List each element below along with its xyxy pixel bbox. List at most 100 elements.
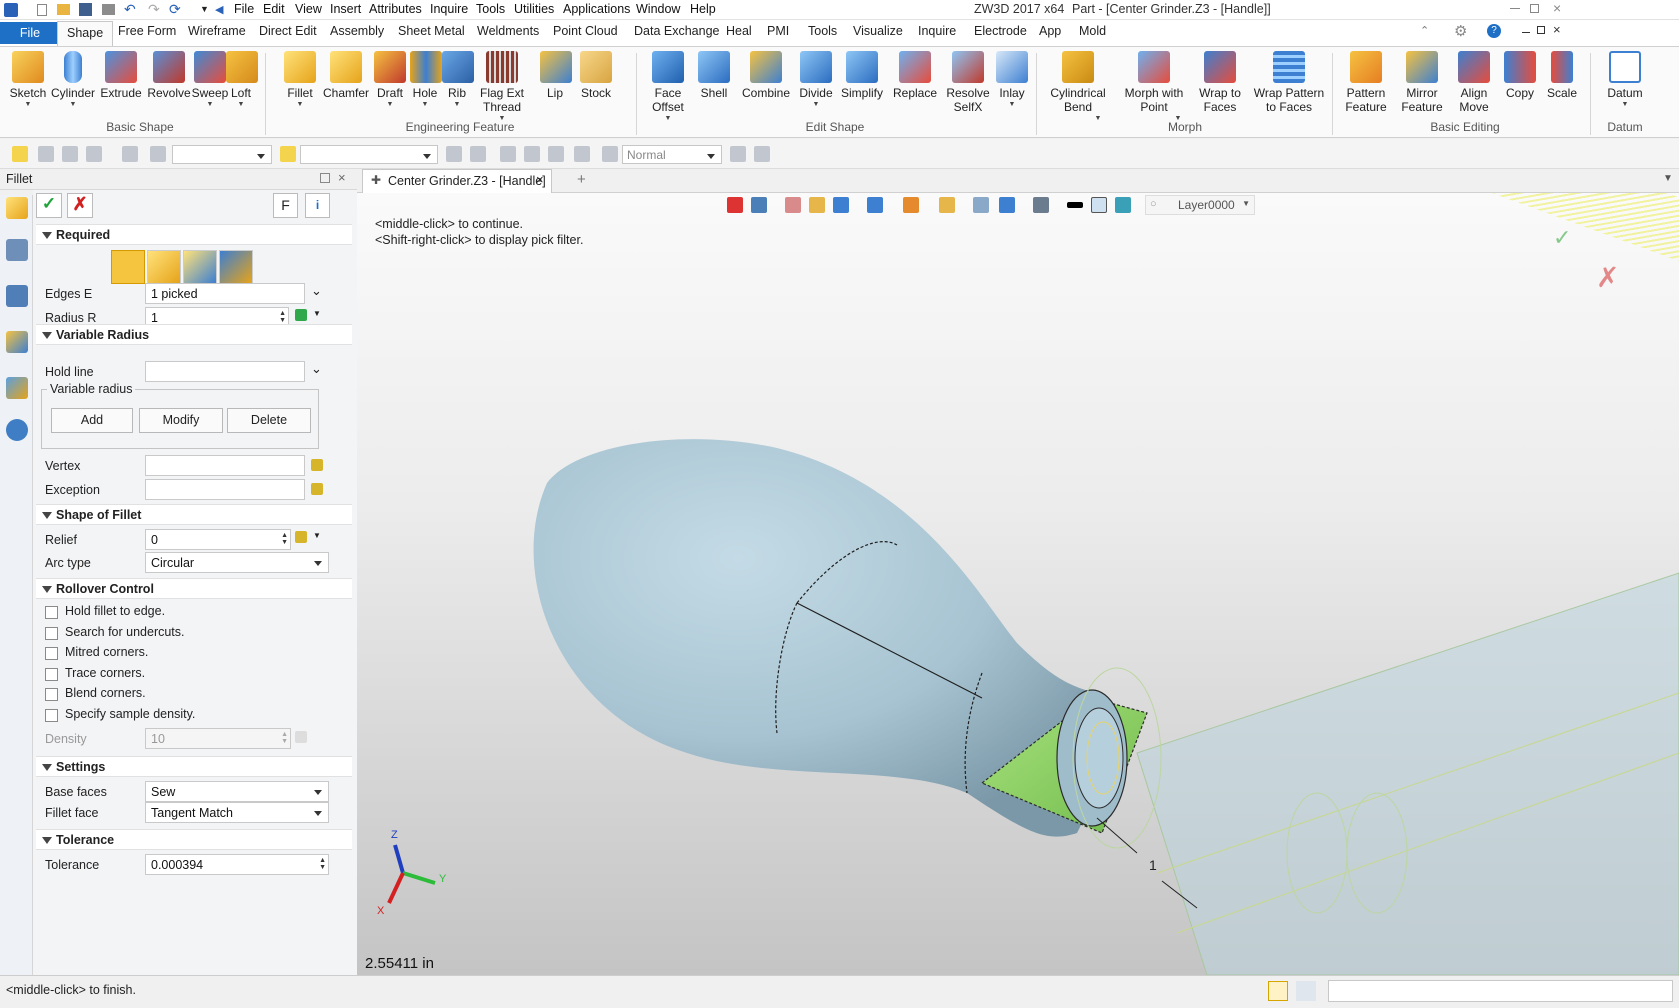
restore-icon[interactable]: [1530, 4, 1539, 13]
select-pointer-icon[interactable]: [12, 146, 28, 162]
vertex-field[interactable]: [145, 455, 305, 476]
draft-button[interactable]: Draft ▼: [372, 51, 408, 109]
document-tab[interactable]: ✚ Center Grinder.Z3 - [Handle] ×: [362, 169, 552, 193]
menu-applications[interactable]: Applications: [563, 2, 630, 16]
filter-combo[interactable]: [172, 145, 272, 164]
revolve-button[interactable]: Revolve: [146, 51, 192, 100]
render-mode-icon[interactable]: [602, 146, 618, 162]
section-shape-of-fillet[interactable]: Shape of Fillet: [36, 504, 352, 525]
tab-shape[interactable]: Shape: [57, 21, 114, 46]
modify-button[interactable]: Modify: [139, 408, 223, 433]
minimize-icon[interactable]: [1510, 8, 1520, 9]
assembly-tree-icon[interactable]: [6, 285, 28, 307]
menu-tools[interactable]: Tools: [476, 2, 505, 16]
menu-edit[interactable]: Edit: [263, 2, 285, 16]
pick-combo[interactable]: [300, 145, 438, 164]
search-for-undercuts-checkbox[interactable]: [45, 627, 58, 640]
tab-point-cloud[interactable]: Point Cloud: [551, 24, 620, 38]
snap-icon-1[interactable]: [446, 146, 462, 162]
snap-icon-2[interactable]: [470, 146, 486, 162]
menu-insert[interactable]: Insert: [330, 2, 361, 16]
menu-view[interactable]: View: [295, 2, 322, 16]
inlay-button[interactable]: Inlay ▼: [994, 51, 1030, 109]
pattern-feature-button[interactable]: Pattern Feature: [1340, 51, 1392, 114]
render-mode-select[interactable]: Normal: [622, 145, 722, 164]
menu-help[interactable]: Help: [690, 2, 716, 16]
section-settings[interactable]: Settings: [36, 756, 352, 777]
relief-input[interactable]: 0 ▲ ▼: [145, 529, 291, 550]
fillet-button[interactable]: Fillet ▼: [280, 51, 320, 109]
snap-icon-4[interactable]: [524, 146, 540, 162]
formula-button[interactable]: F: [273, 193, 298, 218]
rib-button[interactable]: Rib ▼: [442, 51, 474, 109]
morph-with-point-button[interactable]: Morph with Point ▼: [1118, 51, 1190, 123]
save-icon[interactable]: [79, 3, 92, 16]
tab-mold[interactable]: Mold: [1077, 24, 1108, 38]
panel-close-icon[interactable]: ×: [338, 170, 346, 185]
scale-button[interactable]: Scale: [1542, 51, 1582, 100]
part-model[interactable]: [357, 193, 1679, 975]
collapse-ribbon-icon[interactable]: ⌃: [1420, 24, 1429, 37]
info-icon[interactable]: i: [305, 193, 330, 218]
tab-list-icon[interactable]: ▼: [1663, 173, 1673, 184]
section-tolerance[interactable]: Tolerance: [36, 829, 352, 850]
quick-access-dropdown-icon[interactable]: ▼: [200, 4, 209, 14]
cursor-option-icon[interactable]: [754, 146, 770, 162]
spin-arrows-icon[interactable]: ▲ ▼: [319, 857, 326, 871]
wrap-pattern-to-faces-button[interactable]: Wrap Pattern to Faces: [1252, 51, 1326, 114]
cursor-mode-icon[interactable]: [730, 146, 746, 162]
menu-window[interactable]: Window: [636, 2, 680, 16]
open-file-icon[interactable]: [57, 4, 70, 15]
filter-icon[interactable]: [122, 146, 138, 162]
help-icon[interactable]: ?: [1487, 24, 1501, 38]
blend-corners-checkbox[interactable]: [45, 688, 58, 701]
lip-button[interactable]: Lip: [540, 51, 572, 100]
base-faces-select[interactable]: Sew: [145, 781, 329, 802]
relief-options-icon[interactable]: ▼: [313, 531, 321, 540]
simplify-button[interactable]: Simplify: [838, 51, 886, 100]
status-list-icon[interactable]: [1296, 981, 1316, 1001]
tolerance-input[interactable]: 0.000394 ▲ ▼: [145, 854, 329, 875]
flag-ext-thread-button[interactable]: Flag Ext Thread ▼: [472, 51, 532, 123]
arc-type-select[interactable]: Circular: [145, 552, 329, 573]
extrude-button[interactable]: Extrude: [98, 51, 144, 100]
tab-data-exchange[interactable]: Data Exchange: [632, 24, 721, 38]
cancel-button[interactable]: ✗: [67, 193, 93, 218]
datum-button[interactable]: Datum ▼: [1600, 51, 1650, 109]
app-logo-icon[interactable]: [4, 3, 18, 17]
sketch-button[interactable]: Sketch ▼: [8, 51, 48, 109]
command-input[interactable]: [1328, 980, 1673, 1002]
vertex-fillet-icon[interactable]: [219, 250, 253, 284]
tab-inquire[interactable]: Inquire: [916, 24, 958, 38]
sample-density-checkbox[interactable]: [45, 709, 58, 722]
graphics-viewport[interactable]: Layer0000 ○ ▼ <middle-click> to continue…: [357, 193, 1679, 975]
sweep-button[interactable]: Sweep ▼: [190, 51, 230, 109]
radius-options-icon[interactable]: ▼: [313, 309, 321, 318]
face-fillet-icon[interactable]: [147, 250, 181, 284]
doc-restore-icon[interactable]: [1537, 26, 1545, 34]
edges-field[interactable]: 1 picked: [145, 283, 305, 304]
tab-weldments[interactable]: Weldments: [475, 24, 541, 38]
pick-remove-icon[interactable]: [62, 146, 78, 162]
status-view-icon[interactable]: [1268, 981, 1288, 1001]
close-window-icon[interactable]: ×: [1553, 0, 1561, 16]
tab-heal[interactable]: Heal: [724, 24, 754, 38]
spin-arrows-icon[interactable]: ▲ ▼: [279, 310, 286, 324]
chamfer-button[interactable]: Chamfer: [322, 51, 370, 100]
resolve-selfx-button[interactable]: Resolve SelfX: [944, 51, 992, 114]
add-button[interactable]: Add: [51, 408, 133, 433]
stock-button[interactable]: Stock: [576, 51, 616, 100]
section-required[interactable]: Required: [36, 224, 352, 245]
back-arrow-icon[interactable]: ◀: [215, 3, 223, 16]
loft-button[interactable]: Loft ▼: [226, 51, 258, 109]
constant-fillet-icon[interactable]: [111, 250, 145, 284]
pick-add-icon[interactable]: [38, 146, 54, 162]
radius-pick-icon[interactable]: [295, 309, 307, 321]
hole-button[interactable]: Hole ▼: [410, 51, 442, 109]
doc-close-icon[interactable]: ×: [1553, 22, 1561, 37]
user-icon[interactable]: [6, 419, 28, 441]
wrap-to-faces-button[interactable]: Wrap to Faces: [1192, 51, 1248, 114]
tab-tools[interactable]: Tools: [806, 24, 839, 38]
pin-icon[interactable]: [320, 173, 330, 183]
tab-app[interactable]: App: [1037, 24, 1063, 38]
